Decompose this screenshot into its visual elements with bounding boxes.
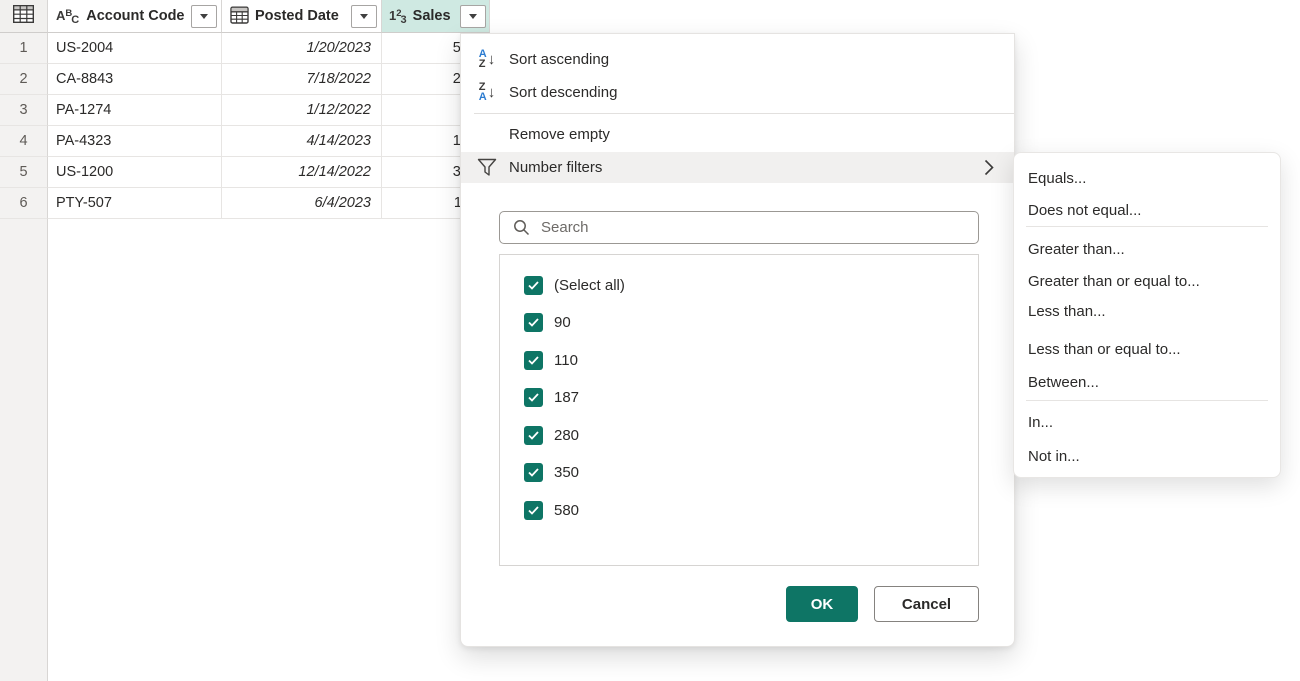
row-number[interactable]: 5 <box>0 157 48 188</box>
submenu-item-in[interactable]: In... <box>1014 407 1280 437</box>
filter-dropdown-panel: AZ↓ Sort ascending ZA↓ Sort descending R… <box>460 33 1015 647</box>
menu-item-sort-ascending[interactable]: AZ↓ Sort ascending <box>461 43 1014 75</box>
checkbox-item-value[interactable]: 350 <box>500 459 978 485</box>
checkbox-checked-icon[interactable] <box>524 463 543 482</box>
row-number[interactable]: 3 <box>0 95 48 126</box>
cell-account-code[interactable]: PA-4323 <box>48 126 222 157</box>
sales-filter-button[interactable] <box>460 5 486 28</box>
submenu-separator <box>1026 226 1268 227</box>
chevron-down-icon <box>360 14 368 19</box>
cell-account-code[interactable]: CA-8843 <box>48 64 222 95</box>
table-corner-header[interactable] <box>0 0 48 33</box>
cell-posted-date[interactable]: 1/12/2022 <box>222 95 382 126</box>
table-grid-icon <box>13 5 34 27</box>
number-filters-submenu: Equals... Does not equal... Greater than… <box>1013 152 1281 478</box>
text-type-icon: ABC <box>56 9 80 23</box>
posted-date-filter-button[interactable] <box>351 5 377 28</box>
submenu-item-not-in[interactable]: Not in... <box>1014 441 1280 471</box>
table-row: 3 PA-1274 1/12/2022 90 <box>0 95 490 126</box>
checkbox-checked-icon[interactable] <box>524 313 543 332</box>
cell-posted-date[interactable]: 6/4/2023 <box>222 188 382 219</box>
cell-posted-date[interactable]: 12/14/2022 <box>222 157 382 188</box>
number-type-icon: 123 <box>389 9 408 23</box>
column-header-sales[interactable]: 123 Sales <box>382 0 490 33</box>
submenu-item-greater-than[interactable]: Greater than... <box>1014 234 1280 264</box>
checkbox-item-value[interactable]: 280 <box>500 422 978 448</box>
checkbox-item-select-all[interactable]: (Select all) <box>500 272 978 298</box>
checkbox-item-value[interactable]: 580 <box>500 497 978 523</box>
table-row: 5 US-1200 12/14/2022 350 <box>0 157 490 188</box>
search-input[interactable] <box>539 218 978 237</box>
row-number[interactable]: 6 <box>0 188 48 219</box>
filter-funnel-icon <box>473 158 501 177</box>
submenu-chevron-right-icon <box>984 159 994 180</box>
row-number[interactable]: 2 <box>0 64 48 95</box>
checkbox-checked-icon[interactable] <box>524 276 543 295</box>
cell-account-code[interactable]: US-2004 <box>48 33 222 64</box>
row-number[interactable]: 1 <box>0 33 48 64</box>
cell-account-code[interactable]: PTY-507 <box>48 188 222 219</box>
checkbox-item-value[interactable]: 110 <box>500 347 978 373</box>
search-box <box>499 211 979 244</box>
column-header-label: Posted Date <box>255 8 339 24</box>
checkbox-item-value[interactable]: 90 <box>500 309 978 335</box>
sort-descending-icon: ZA↓ <box>473 82 501 102</box>
row-number-gutter <box>0 219 48 681</box>
menu-item-number-filters[interactable]: Number filters <box>461 152 1014 183</box>
cell-posted-date[interactable]: 1/20/2023 <box>222 33 382 64</box>
submenu-item-greater-than-or-equal[interactable]: Greater than or equal to... <box>1014 266 1280 296</box>
submenu-item-equals[interactable]: Equals... <box>1014 163 1280 193</box>
table-row: 2 CA-8843 7/18/2022 280 <box>0 64 490 95</box>
search-icon <box>513 219 530 236</box>
menu-separator <box>474 113 1014 114</box>
submenu-item-less-than[interactable]: Less than... <box>1014 296 1280 326</box>
account-code-filter-button[interactable] <box>191 5 217 28</box>
row-number[interactable]: 4 <box>0 126 48 157</box>
column-header-account-code[interactable]: ABC Account Code <box>48 0 222 33</box>
date-type-icon <box>230 5 249 28</box>
menu-item-remove-empty[interactable]: Remove empty <box>461 118 1014 150</box>
value-checkbox-list: (Select all) 90 110 187 280 350 580 <box>499 254 979 566</box>
cell-account-code[interactable]: US-1200 <box>48 157 222 188</box>
table-row: 4 PA-4323 4/14/2023 187 <box>0 126 490 157</box>
checkbox-checked-icon[interactable] <box>524 351 543 370</box>
table-row: 1 US-2004 1/20/2023 580 <box>0 33 490 64</box>
submenu-separator <box>1026 400 1268 401</box>
cancel-button[interactable]: Cancel <box>874 586 979 622</box>
submenu-item-does-not-equal[interactable]: Does not equal... <box>1014 195 1280 225</box>
cell-posted-date[interactable]: 7/18/2022 <box>222 64 382 95</box>
column-header-posted-date[interactable]: Posted Date <box>222 0 382 33</box>
submenu-item-less-than-or-equal[interactable]: Less than or equal to... <box>1014 334 1280 364</box>
chevron-down-icon <box>469 14 477 19</box>
table-row: 6 PTY-507 6/4/2023 110 <box>0 188 490 219</box>
checkbox-checked-icon[interactable] <box>524 501 543 520</box>
cell-account-code[interactable]: PA-1274 <box>48 95 222 126</box>
menu-item-sort-descending[interactable]: ZA↓ Sort descending <box>461 76 1014 108</box>
submenu-item-between[interactable]: Between... <box>1014 367 1280 397</box>
cell-posted-date[interactable]: 4/14/2023 <box>222 126 382 157</box>
ok-button[interactable]: OK <box>786 586 858 622</box>
column-header-label: Account Code <box>86 8 184 24</box>
checkbox-checked-icon[interactable] <box>524 426 543 445</box>
checkbox-item-value[interactable]: 187 <box>500 384 978 410</box>
column-header-label: Sales <box>413 8 451 24</box>
sort-ascending-icon: AZ↓ <box>473 49 501 69</box>
chevron-down-icon <box>200 14 208 19</box>
checkbox-checked-icon[interactable] <box>524 388 543 407</box>
